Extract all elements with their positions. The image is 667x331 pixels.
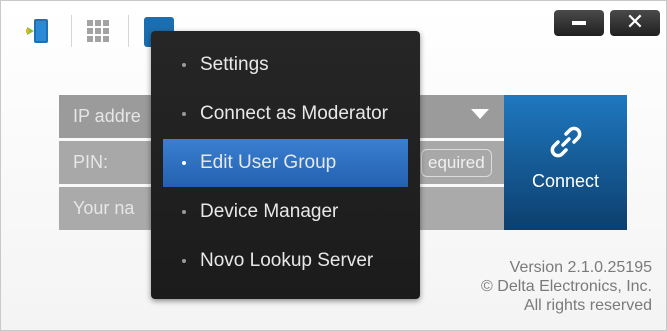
menu-item-label: Device Manager [200,201,339,222]
settings-menu: Settings Connect as Moderator Edit User … [151,31,420,299]
version-info: Version 2.1.0.25195 © Delta Electronics,… [481,258,652,315]
menu-item-label: Connect as Moderator [200,103,388,124]
bullet-icon [182,63,186,67]
connect-button[interactable]: Connect [504,95,627,230]
required-badge: equired [421,149,492,177]
menu-item-novo-lookup-server[interactable]: Novo Lookup Server [163,237,408,285]
app-window: ✕ IP addre PIN: equired Your na Connect … [0,0,667,331]
link-icon [550,126,582,158]
menu-item-device-manager[interactable]: Device Manager [163,188,408,236]
minimize-button[interactable] [554,10,604,36]
toolbar-separator [71,15,72,47]
present-icon[interactable] [26,18,50,44]
version-number: Version 2.1.0.25195 [509,259,652,276]
rights-text: All rights reserved [523,297,652,314]
menu-item-label: Settings [200,54,269,75]
menu-item-edit-user-group[interactable]: Edit User Group [163,139,408,187]
bullet-icon [182,161,186,165]
bullet-icon [182,259,186,263]
bullet-icon [182,112,186,116]
close-icon: ✕ [625,10,645,35]
menu-item-label: Novo Lookup Server [200,250,374,271]
connect-label: Connect [531,171,600,191]
bullet-icon [182,210,186,214]
minimize-icon [572,21,586,25]
pin-placeholder: PIN: [73,152,109,172]
menu-item-label: Edit User Group [200,152,337,173]
copyright-text: © Delta Electronics, Inc. [481,278,652,295]
menu-item-connect-as-moderator[interactable]: Connect as Moderator [163,90,408,138]
grid-icon[interactable] [87,20,109,42]
ip-address-placeholder: IP addre [73,106,141,126]
user-name-placeholder: Your na [73,198,135,218]
toolbar-separator [128,15,129,47]
menu-item-settings[interactable]: Settings [163,41,408,89]
close-button[interactable]: ✕ [610,10,660,36]
chevron-down-icon[interactable] [471,109,489,119]
